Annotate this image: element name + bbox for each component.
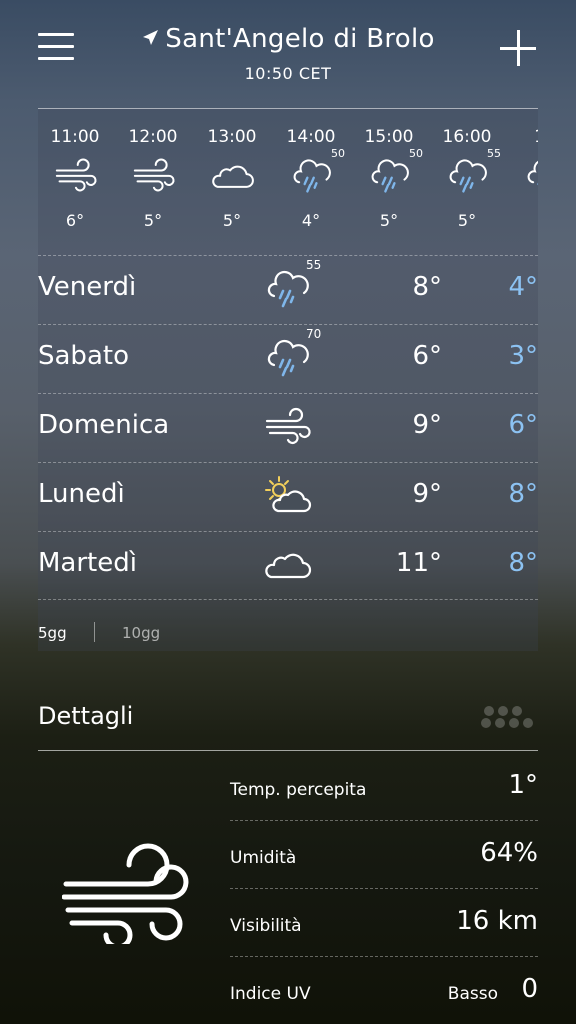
hour-item: 14:00 50 4° — [272, 127, 350, 230]
hour-temp: 6° — [65, 211, 85, 230]
hour-time: 12:00 — [128, 127, 178, 147]
day-high-temp: 8° — [412, 272, 442, 302]
hour-precip-chance: 55 — [487, 147, 501, 160]
humidity-value: 64% — [480, 838, 538, 868]
hour-time: 14:00 — [286, 127, 336, 147]
details-divider — [38, 750, 538, 751]
more-dots-icon[interactable] — [480, 704, 538, 730]
day-row[interactable]: Domenica 9° 6° — [38, 393, 538, 462]
rain-icon — [262, 335, 312, 379]
day-high-temp: 9° — [412, 410, 442, 440]
hour-temp: 5° — [457, 211, 477, 230]
hour-precip-chance: 50 — [331, 147, 345, 160]
day-low-temp: 8° — [508, 479, 538, 509]
cloud-icon — [209, 155, 255, 195]
hour-time: 13:00 — [207, 127, 257, 147]
day-high-temp: 11° — [395, 548, 442, 578]
hour-item: 16:00 55 5° — [428, 127, 506, 230]
hour-item: 11:00 6° — [38, 127, 114, 230]
day-high-temp: 6° — [412, 341, 442, 371]
day-name: Sabato — [38, 341, 129, 371]
range-10-days[interactable]: 10gg — [122, 624, 160, 642]
day-name: Martedì — [38, 548, 137, 578]
feels-like-row: Temp. percepita 1° — [230, 752, 538, 821]
big-wind-icon — [61, 840, 202, 950]
uv-index-value: 0 — [521, 974, 538, 1004]
hour-temp: 5° — [379, 211, 399, 230]
app-header: Sant'Angelo di Brolo 10:50 CET — [0, 0, 576, 100]
daily-forecast: Venerdì 55 8° 4° Sabato 70 6° 3° Domenic… — [38, 255, 538, 600]
day-name: Venerdì — [38, 272, 137, 302]
wind-icon — [52, 155, 98, 195]
uv-index-level: Basso — [447, 984, 498, 1004]
details-title: Dettagli — [38, 702, 134, 730]
day-name: Lunedì — [38, 479, 125, 509]
hourly-forecast[interactable]: 11:00 6° 12:00 5° 13:00 5° 14:00 50 4° 1… — [38, 109, 538, 254]
visibility-row: Visibilità 16 km — [230, 888, 538, 957]
day-low-temp: 4° — [508, 272, 538, 302]
forecast-range-toggle: 5gg 10gg — [38, 599, 538, 652]
day-precip-chance: 70 — [306, 327, 322, 341]
local-time: 10:50 CET — [244, 64, 332, 83]
feels-like-value: 1° — [508, 770, 538, 800]
day-precip-chance: 55 — [306, 258, 322, 272]
visibility-value: 16 km — [456, 906, 538, 936]
hour-item: 15:00 50 5° — [350, 127, 428, 230]
forecast-panel: 11:00 6° 12:00 5° 13:00 5° 14:00 50 4° 1… — [38, 108, 538, 651]
rain-icon — [444, 155, 490, 195]
day-row[interactable]: Venerdì 55 8° 4° — [38, 255, 538, 324]
hour-item: 13:00 5° — [193, 127, 271, 230]
uv-index-row: Indice UV Basso 0 — [230, 956, 538, 1024]
partly-sunny-icon — [262, 473, 312, 517]
day-low-temp: 3° — [508, 341, 538, 371]
uv-index-label: Indice UV — [230, 984, 311, 1004]
cloud-icon — [262, 542, 312, 586]
day-low-temp: 8° — [508, 548, 538, 578]
rain-icon — [522, 155, 538, 195]
humidity-label: Umidità — [230, 848, 297, 868]
rain-icon — [366, 155, 412, 195]
day-high-temp: 9° — [412, 479, 442, 509]
day-row[interactable]: Martedì 11° 8° — [38, 531, 538, 600]
hour-time: 17 — [506, 127, 538, 147]
location-arrow-icon — [143, 29, 159, 45]
rain-icon — [288, 155, 334, 195]
day-row[interactable]: Sabato 70 6° 3° — [38, 324, 538, 393]
wind-icon — [130, 155, 176, 195]
day-row[interactable]: Lunedì 9° 8° — [38, 462, 538, 531]
humidity-row: Umidità 64% — [230, 820, 538, 889]
hour-precip-chance: 50 — [409, 147, 423, 160]
city-name: Sant'Angelo di Brolo — [165, 24, 435, 54]
rain-icon — [262, 266, 312, 310]
hour-time: 16:00 — [442, 127, 492, 147]
hour-item: 12:00 5° — [114, 127, 192, 230]
range-5-days[interactable]: 5gg — [38, 624, 67, 642]
visibility-label: Visibilità — [230, 916, 302, 936]
add-location-button[interactable] — [500, 30, 536, 66]
hour-temp: 4° — [301, 211, 321, 230]
day-name: Domenica — [38, 410, 170, 440]
hour-time: 11:00 — [50, 127, 100, 147]
hour-time: 15:00 — [364, 127, 414, 147]
hour-temp: 5° — [143, 211, 163, 230]
feels-like-label: Temp. percepita — [230, 780, 367, 800]
wind-icon — [262, 404, 312, 448]
day-low-temp: 6° — [508, 410, 538, 440]
location-title[interactable]: Sant'Angelo di Brolo — [0, 24, 576, 54]
hour-temp: 5° — [222, 211, 242, 230]
hour-item: 17 — [506, 127, 538, 211]
range-divider — [94, 622, 95, 642]
